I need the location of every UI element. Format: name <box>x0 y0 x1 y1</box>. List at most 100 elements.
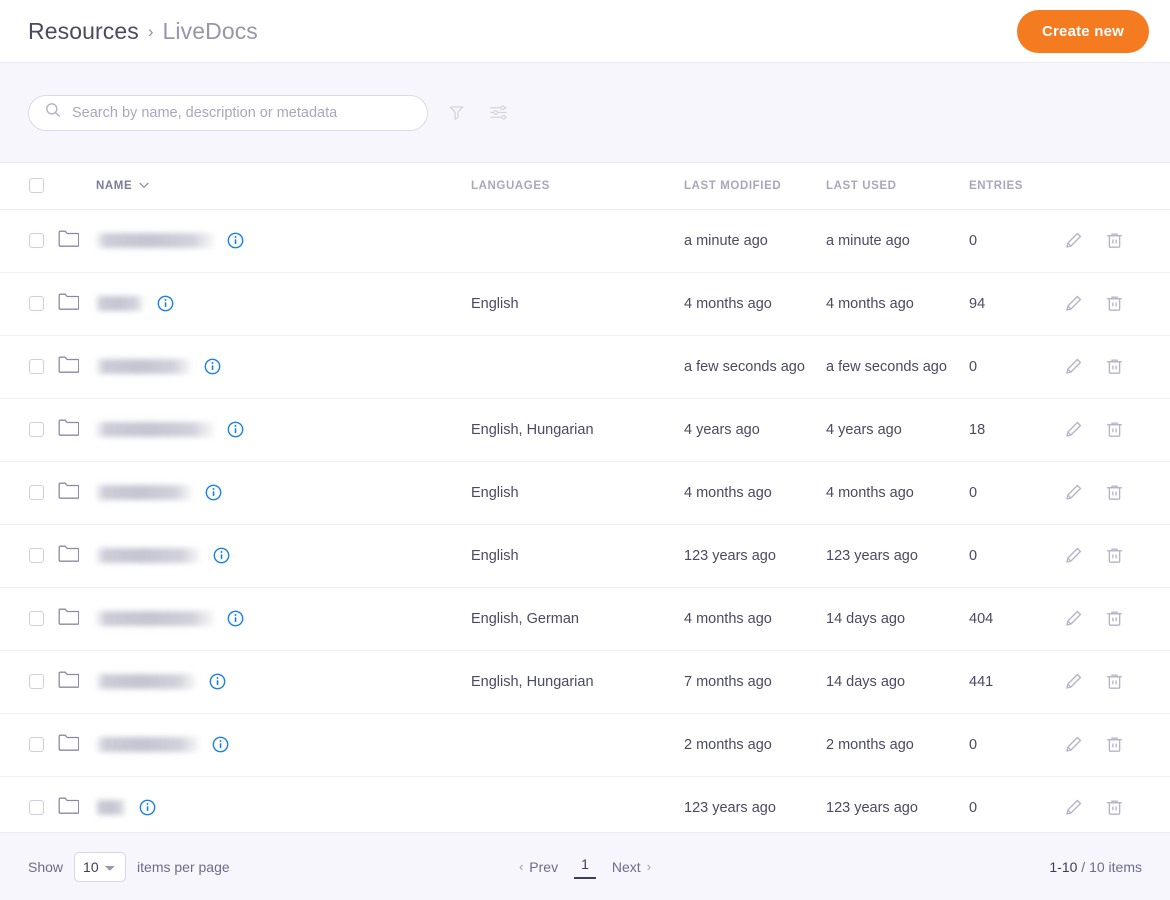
column-header-name-label: NAME <box>96 180 132 192</box>
table-row[interactable]: English123 years ago123 years ago0 <box>0 524 1170 587</box>
row-checkbox[interactable] <box>29 800 44 815</box>
row-last-used: 4 months ago <box>826 272 969 335</box>
breadcrumb-root-link[interactable]: Resources <box>28 18 139 45</box>
redacted-name <box>96 422 214 437</box>
pencil-edit-icon[interactable] <box>1064 609 1083 628</box>
info-circle-icon[interactable] <box>205 484 222 501</box>
per-page-select[interactable]: 102550100 <box>74 852 126 882</box>
table-row[interactable]: English, Hungarian7 months ago14 days ag… <box>0 650 1170 713</box>
trash-delete-icon[interactable] <box>1105 294 1124 313</box>
row-name-cell <box>96 587 471 650</box>
table-row[interactable]: a few seconds agoa few seconds ago0 <box>0 335 1170 398</box>
row-type-cell <box>58 272 96 335</box>
pencil-edit-icon[interactable] <box>1064 735 1083 754</box>
row-last-used: 14 days ago <box>826 587 969 650</box>
row-type-cell <box>58 335 96 398</box>
row-checkbox[interactable] <box>29 548 44 563</box>
row-entries: 94 <box>969 272 1064 335</box>
row-checkbox[interactable] <box>29 296 44 311</box>
redacted-name <box>96 359 191 374</box>
trash-delete-icon[interactable] <box>1105 672 1124 691</box>
prev-page-button[interactable]: ‹ Prev <box>519 859 558 875</box>
search-input[interactable] <box>72 105 411 121</box>
row-name-cell <box>96 524 471 587</box>
pencil-edit-icon[interactable] <box>1064 546 1083 565</box>
row-type-cell <box>58 209 96 272</box>
trash-delete-icon[interactable] <box>1105 420 1124 439</box>
pencil-edit-icon[interactable] <box>1064 672 1083 691</box>
folder-icon <box>58 739 79 755</box>
info-circle-icon[interactable] <box>212 736 229 753</box>
column-header-languages[interactable]: LANGUAGES <box>471 163 684 209</box>
prev-page-label: Prev <box>529 859 558 875</box>
row-type-cell <box>58 524 96 587</box>
row-checkbox[interactable] <box>29 737 44 752</box>
row-actions-cell <box>1064 650 1170 713</box>
folder-icon <box>58 487 79 503</box>
row-entries: 18 <box>969 398 1064 461</box>
table-row[interactable]: English4 months ago4 months ago94 <box>0 272 1170 335</box>
column-header-name[interactable]: NAME <box>96 163 471 209</box>
row-checkbox[interactable] <box>29 233 44 248</box>
info-circle-icon[interactable] <box>204 358 221 375</box>
row-actions-cell <box>1064 335 1170 398</box>
table-row[interactable]: a minute agoa minute ago0 <box>0 209 1170 272</box>
create-new-button[interactable]: Create new <box>1017 10 1149 53</box>
row-checkbox[interactable] <box>29 611 44 626</box>
row-last-used: 4 months ago <box>826 461 969 524</box>
row-type-cell <box>58 650 96 713</box>
trash-delete-icon[interactable] <box>1105 546 1124 565</box>
row-checkbox[interactable] <box>29 674 44 689</box>
row-name-cell <box>96 209 471 272</box>
table-row[interactable]: English4 months ago4 months ago0 <box>0 461 1170 524</box>
table-row[interactable]: English, Hungarian4 years ago4 years ago… <box>0 398 1170 461</box>
trash-delete-icon[interactable] <box>1105 231 1124 250</box>
info-circle-icon[interactable] <box>139 799 156 816</box>
trash-delete-icon[interactable] <box>1105 735 1124 754</box>
table-row[interactable]: 123 years ago123 years ago0 <box>0 776 1170 832</box>
pencil-edit-icon[interactable] <box>1064 231 1083 250</box>
row-checkbox[interactable] <box>29 485 44 500</box>
column-header-last-modified[interactable]: LAST MODIFIED <box>684 163 826 209</box>
row-checkbox[interactable] <box>29 359 44 374</box>
search-icon <box>45 102 61 123</box>
info-circle-icon[interactable] <box>209 673 226 690</box>
info-circle-icon[interactable] <box>227 610 244 627</box>
folder-icon <box>58 424 79 440</box>
row-entries: 404 <box>969 587 1064 650</box>
table-row[interactable]: English, German4 months ago14 days ago40… <box>0 587 1170 650</box>
pencil-edit-icon[interactable] <box>1064 798 1083 817</box>
column-header-last-used[interactable]: LAST USED <box>826 163 969 209</box>
row-select-cell <box>0 272 58 335</box>
trash-delete-icon[interactable] <box>1105 483 1124 502</box>
select-all-checkbox[interactable] <box>29 178 44 193</box>
pencil-edit-icon[interactable] <box>1064 294 1083 313</box>
info-circle-icon[interactable] <box>227 232 244 249</box>
page-number-1[interactable]: 1 <box>574 855 596 879</box>
info-circle-icon[interactable] <box>227 421 244 438</box>
settings-sliders-icon[interactable] <box>484 99 512 127</box>
row-languages <box>471 713 684 776</box>
trash-delete-icon[interactable] <box>1105 798 1124 817</box>
search-box[interactable] <box>28 95 428 131</box>
row-type-cell <box>58 713 96 776</box>
info-circle-icon[interactable] <box>157 295 174 312</box>
trash-delete-icon[interactable] <box>1105 609 1124 628</box>
row-select-cell <box>0 650 58 713</box>
filter-funnel-icon[interactable] <box>442 99 470 127</box>
next-page-button[interactable]: Next › <box>612 859 651 875</box>
row-last-modified: 4 months ago <box>684 587 826 650</box>
pencil-edit-icon[interactable] <box>1064 357 1083 376</box>
pencil-edit-icon[interactable] <box>1064 420 1083 439</box>
pencil-edit-icon[interactable] <box>1064 483 1083 502</box>
row-select-cell <box>0 587 58 650</box>
table-header: NAME LANGUAGES LAST MODIFIED LAST USED E… <box>0 163 1170 209</box>
chevron-left-icon: ‹ <box>519 859 523 874</box>
table-row[interactable]: 2 months ago2 months ago0 <box>0 713 1170 776</box>
info-circle-icon[interactable] <box>213 547 230 564</box>
column-header-entries[interactable]: ENTRIES <box>969 163 1064 209</box>
row-checkbox[interactable] <box>29 422 44 437</box>
livedocs-page: Resources › LiveDocs Create new <box>0 0 1170 900</box>
row-actions-cell <box>1064 398 1170 461</box>
trash-delete-icon[interactable] <box>1105 357 1124 376</box>
